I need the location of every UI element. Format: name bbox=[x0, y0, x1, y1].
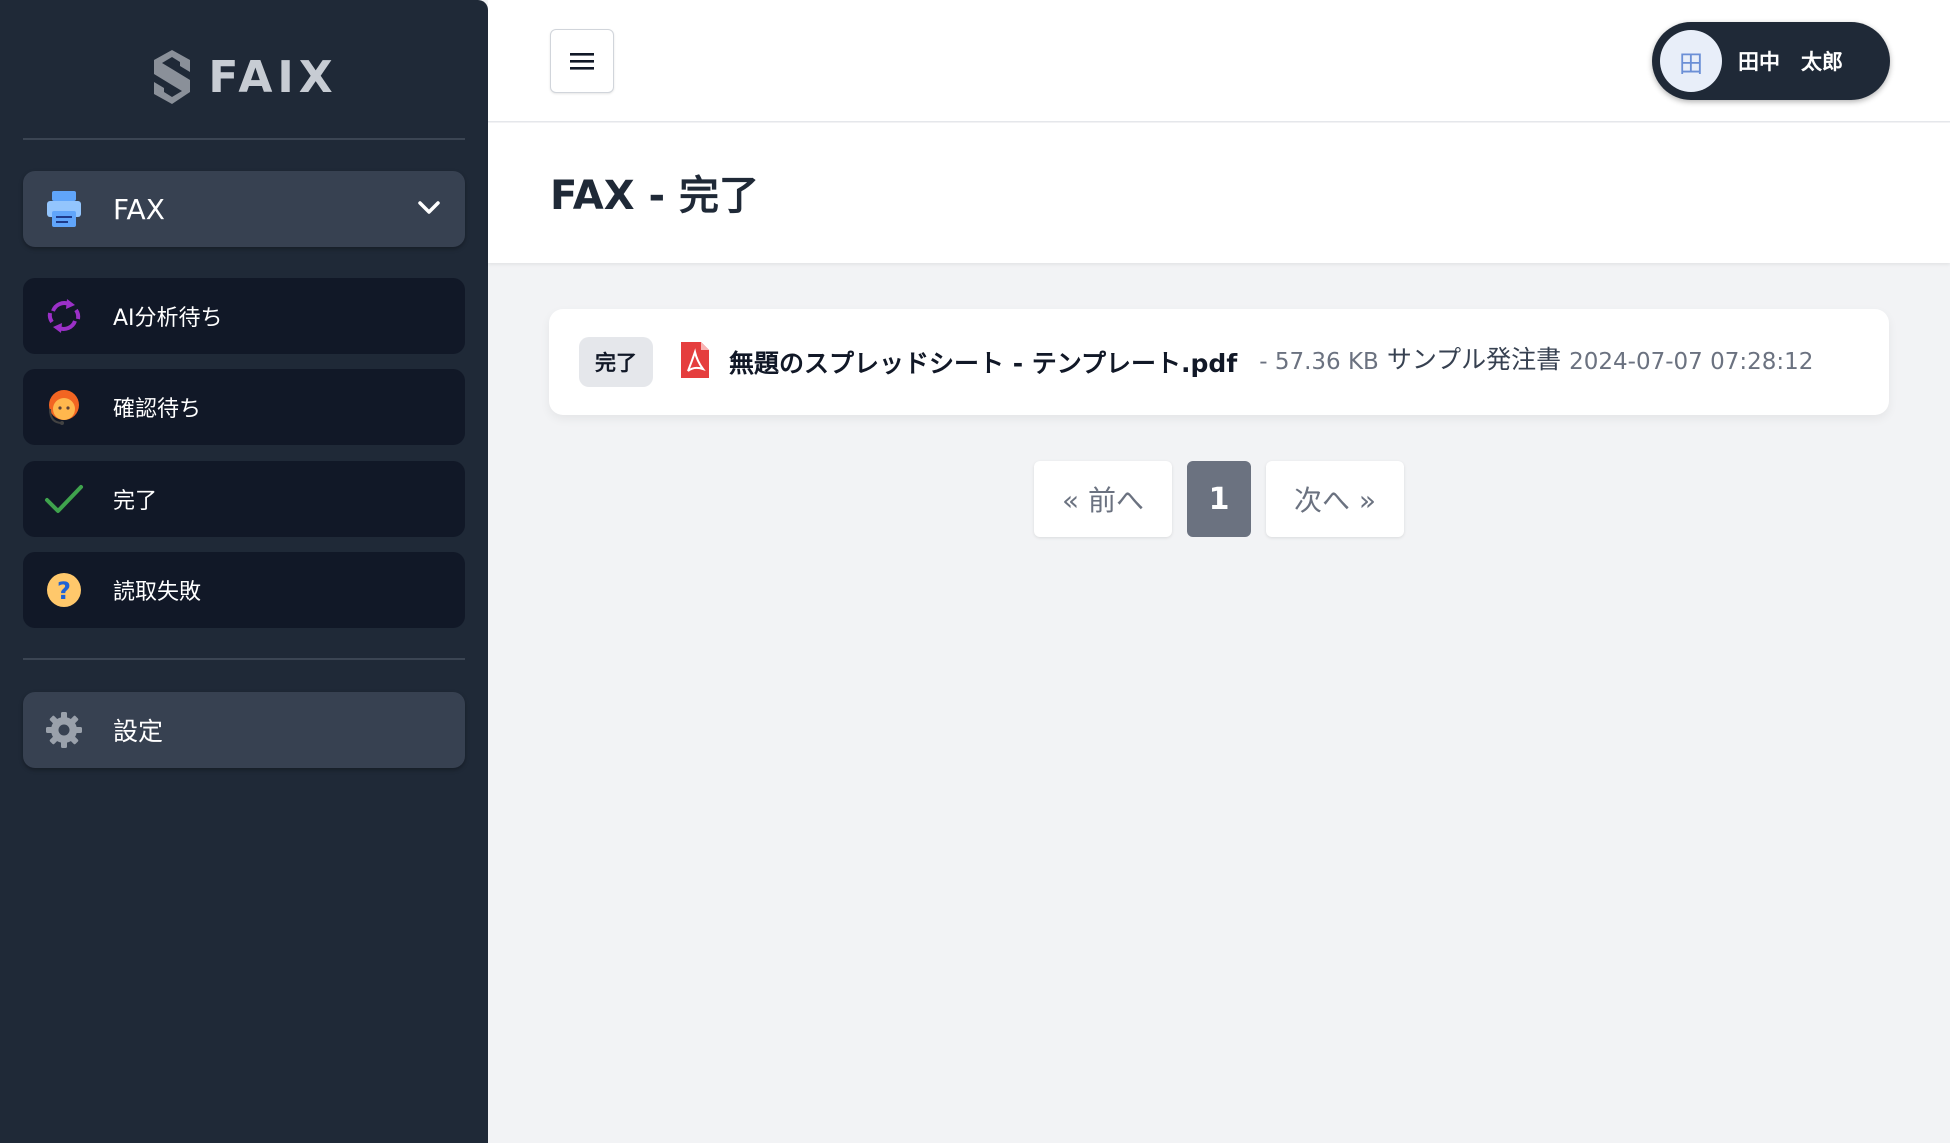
question-icon: ? bbox=[43, 569, 85, 611]
user-menu[interactable]: 田 田中 太郎 bbox=[1652, 22, 1890, 100]
app-logo[interactable]: FAIX bbox=[0, 40, 488, 114]
page-header: FAX - 完了 bbox=[488, 123, 1950, 263]
sidebar-divider bbox=[23, 658, 465, 660]
gear-icon bbox=[43, 709, 85, 751]
file-description: サンプル発注書 bbox=[1386, 345, 1562, 374]
top-bar: 田 田中 太郎 bbox=[488, 0, 1950, 122]
file-name-link[interactable]: 無題のスプレッドシート - テンプレート.pdf bbox=[729, 344, 1237, 380]
sidebar-item-read-failed[interactable]: ? 読取失敗 bbox=[23, 552, 465, 628]
file-datetime: 2024-07-07 07:28:12 bbox=[1569, 349, 1814, 375]
sidebar-item-label: AI分析待ち bbox=[113, 306, 223, 331]
sidebar-item-ai-pending[interactable]: AI分析待ち bbox=[23, 278, 465, 354]
sidebar-item-label: FAX bbox=[113, 192, 165, 226]
refresh-icon bbox=[43, 295, 85, 337]
sidebar-item-fax[interactable]: FAX bbox=[23, 171, 465, 247]
chevron-down-icon bbox=[417, 199, 441, 219]
file-card[interactable]: 完了 無題のスプレッドシート - テンプレート.pdf - 57.36 KB サ… bbox=[549, 309, 1889, 415]
status-badge: 完了 bbox=[579, 337, 653, 387]
fax-icon bbox=[43, 188, 85, 230]
sidebar-item-label: 確認待ち bbox=[113, 397, 202, 422]
operator-icon bbox=[43, 386, 85, 428]
svg-text:?: ? bbox=[57, 577, 71, 605]
sidebar-item-confirm-pending[interactable]: 確認待ち bbox=[23, 369, 465, 445]
pagination-prev-button[interactable]: « 前へ bbox=[1034, 461, 1172, 537]
sidebar-item-label: 設定 bbox=[113, 717, 164, 746]
pdf-file-icon bbox=[679, 340, 711, 384]
page-title: FAX - 完了 bbox=[550, 173, 759, 219]
sidebar-item-settings[interactable]: 設定 bbox=[23, 692, 465, 768]
pagination-page-button[interactable]: 1 bbox=[1187, 461, 1251, 537]
pagination-next-button[interactable]: 次へ » bbox=[1266, 461, 1404, 537]
check-icon bbox=[43, 478, 85, 520]
logo-text: FAIX bbox=[208, 51, 338, 103]
avatar: 田 bbox=[1660, 30, 1722, 92]
sidebar-item-completed[interactable]: 完了 bbox=[23, 461, 465, 537]
hamburger-menu-button[interactable] bbox=[550, 29, 614, 93]
logo-mark-icon bbox=[154, 50, 191, 104]
user-name: 田中 太郎 bbox=[1738, 50, 1843, 74]
sidebar-divider bbox=[23, 138, 465, 140]
sidebar-item-label: 読取失敗 bbox=[113, 580, 202, 605]
hamburger-icon bbox=[570, 53, 594, 70]
sidebar-item-label: 完了 bbox=[113, 489, 158, 514]
file-size: - 57.36 KB bbox=[1259, 349, 1379, 375]
sidebar: FAIX FAX AI分析待ち 確認待ち 完了 ? 読取失敗 設定 bbox=[0, 0, 488, 1143]
